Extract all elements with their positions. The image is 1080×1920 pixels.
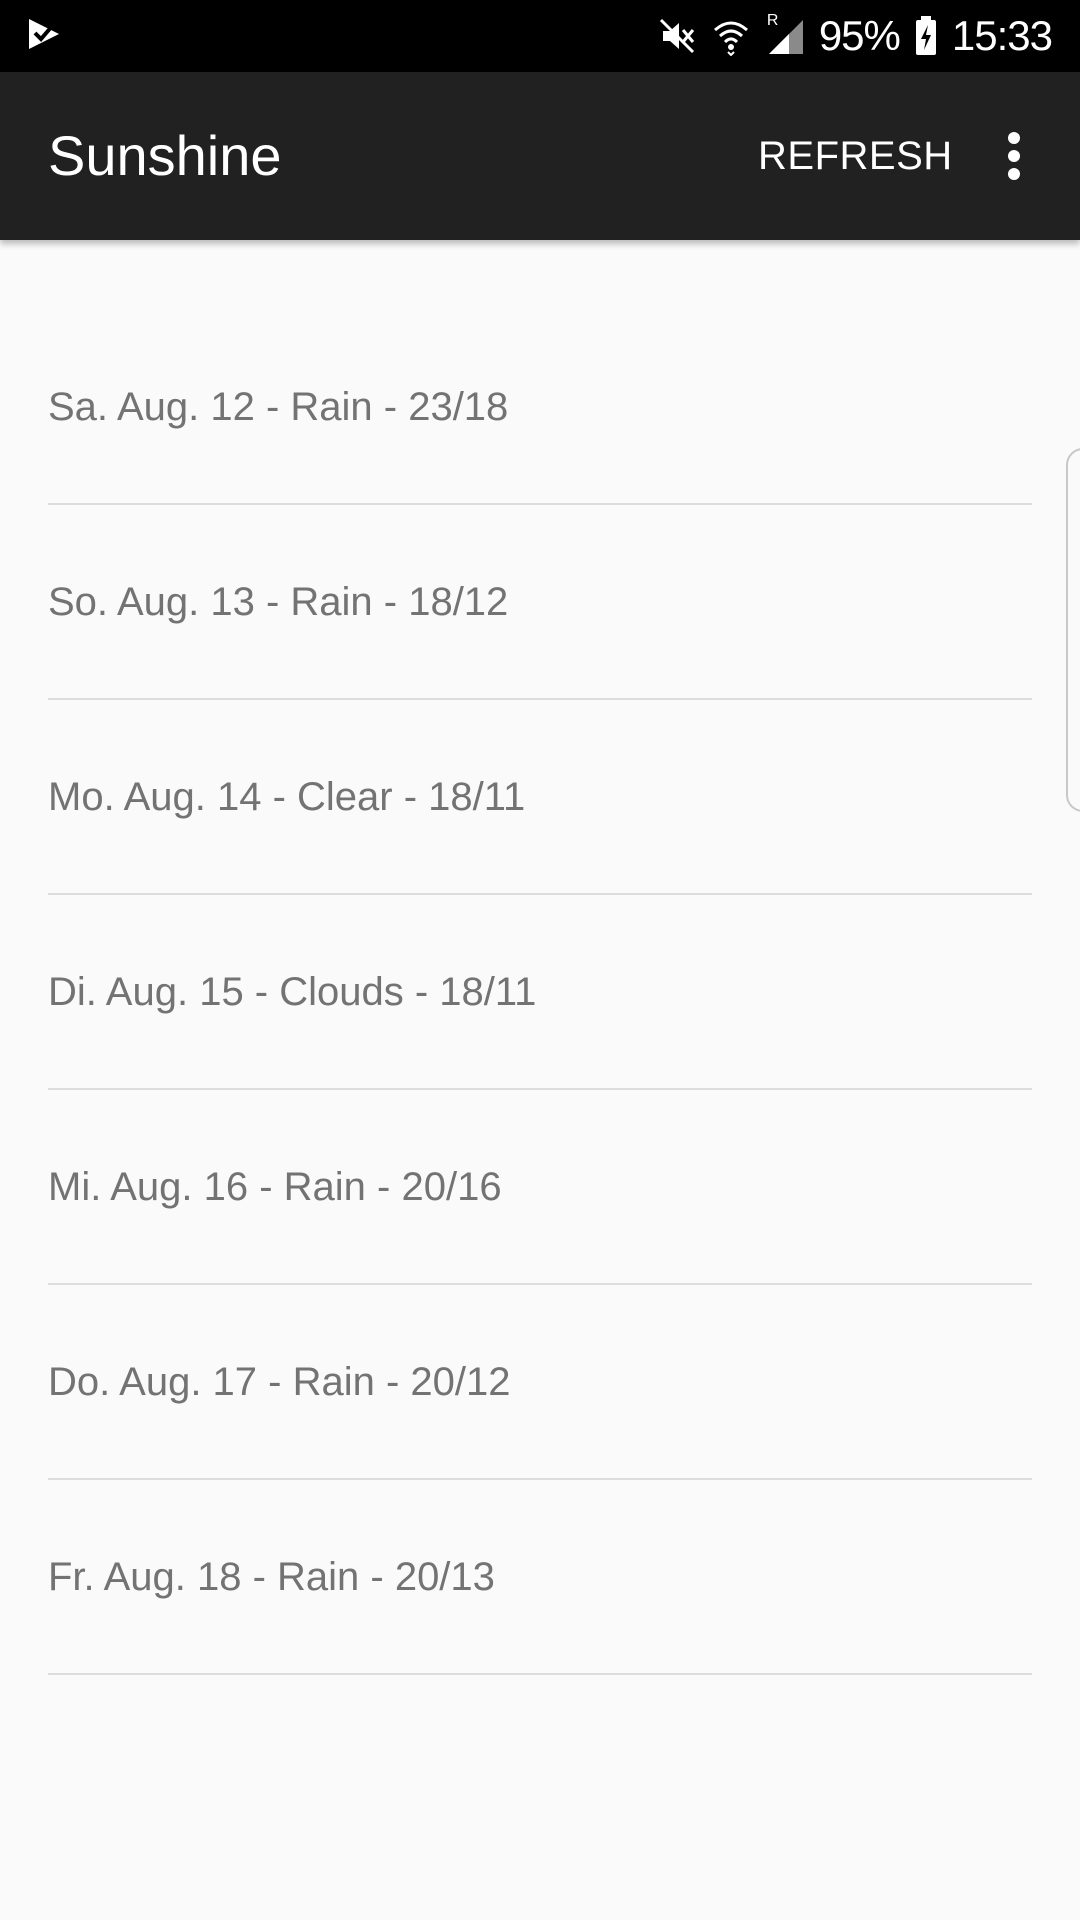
refresh-button[interactable]: REFRESH bbox=[740, 128, 971, 184]
forecast-label: Fr. Aug. 18 - Rain - 20/13 bbox=[48, 1555, 495, 1599]
forecast-label: So. Aug. 13 - Rain - 18/12 bbox=[48, 580, 509, 624]
list-item[interactable]: Fr. Aug. 18 - Rain - 20/13 bbox=[48, 1480, 1032, 1675]
list-item[interactable]: Mi. Aug. 16 - Rain - 20/16 bbox=[48, 1090, 1032, 1285]
list-item[interactable]: Sa. Aug. 12 - Rain - 23/18 bbox=[48, 240, 1032, 505]
forecast-label: Mi. Aug. 16 - Rain - 20/16 bbox=[48, 1165, 502, 1209]
roaming-label: R bbox=[766, 12, 779, 29]
list-item[interactable]: Mo. Aug. 14 - Clear - 18/11 bbox=[48, 700, 1032, 895]
list-item[interactable]: Do. Aug. 17 - Rain - 20/12 bbox=[48, 1285, 1032, 1480]
forecast-label: Do. Aug. 17 - Rain - 20/12 bbox=[48, 1360, 511, 1404]
clock: 15:33 bbox=[951, 12, 1053, 59]
list-item[interactable]: So. Aug. 13 - Rain - 18/12 bbox=[48, 505, 1032, 700]
forecast-label: Sa. Aug. 12 - Rain - 23/18 bbox=[48, 385, 509, 429]
forecast-label: Mo. Aug. 14 - Clear - 18/11 bbox=[48, 775, 526, 819]
battery-percent: 95% bbox=[818, 12, 901, 59]
forecast-label: Di. Aug. 15 - Clouds - 18/11 bbox=[48, 970, 537, 1014]
edge-panel-handle[interactable] bbox=[1066, 448, 1080, 812]
more-vert-icon[interactable] bbox=[988, 124, 1040, 188]
forecast-list: Sa. Aug. 12 - Rain - 23/18 So. Aug. 13 -… bbox=[0, 240, 1080, 1675]
battery-charging-icon bbox=[914, 15, 938, 57]
check-badge-icon bbox=[26, 16, 62, 52]
mute-icon bbox=[657, 16, 697, 56]
list-item[interactable]: Di. Aug. 15 - Clouds - 18/11 bbox=[48, 895, 1032, 1090]
signal-icon: R bbox=[765, 12, 805, 56]
app-toolbar: Sunshine REFRESH bbox=[0, 72, 1080, 240]
wifi-icon bbox=[711, 16, 751, 56]
app-title: Sunshine bbox=[48, 124, 282, 187]
status-icons: R 95% 15:33 bbox=[657, 0, 1053, 72]
status-bar: R 95% 15:33 bbox=[0, 0, 1080, 72]
